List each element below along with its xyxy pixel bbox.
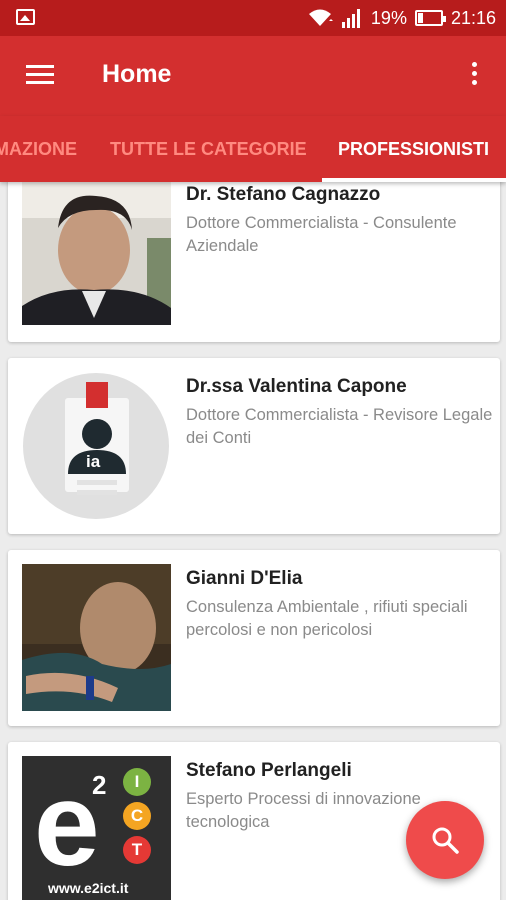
more-vert-icon[interactable] — [472, 62, 478, 88]
logo-url: www.e2ict.it — [48, 880, 129, 896]
professionals-list: Dr. Stefano Cagnazzo Dottore Commerciali… — [0, 182, 506, 900]
professional-name: Dr.ssa Valentina Capone — [186, 376, 407, 397]
professional-name: Stefano Perlangeli — [186, 760, 352, 781]
app-bar: Home — [0, 36, 506, 116]
logo-letter-t: T — [123, 836, 151, 864]
profile-photo — [22, 182, 171, 325]
professional-card[interactable]: Dr. Stefano Cagnazzo Dottore Commerciali… — [8, 182, 500, 342]
search-button[interactable] — [406, 801, 484, 879]
professional-card[interactable]: Gianni D'Elia Consulenza Ambientale , ri… — [8, 550, 500, 726]
professional-name: Dr. Stefano Cagnazzo — [186, 184, 381, 205]
professional-card[interactable]: ia Dr.ssa Valentina Capone Dottore Comme… — [8, 358, 500, 534]
profile-photo — [22, 564, 171, 711]
placeholder-avatar: ia — [22, 372, 171, 519]
e2ict-logo: e 2 I C T www.e2ict.it — [22, 756, 171, 900]
placeholder-badge-text: ia — [86, 452, 101, 471]
tab-bar: MAZIONE TUTTE LE CATEGORIE PROFESSIONIST… — [0, 116, 506, 182]
page-title: Home — [102, 60, 172, 88]
status-bar: 19% 21:16 — [0, 0, 506, 36]
search-icon — [432, 827, 459, 854]
battery-icon — [414, 10, 446, 26]
wifi-icon — [308, 9, 333, 26]
professional-description: Dottore Commercialista - Revisore Legale… — [186, 406, 493, 447]
professional-description: Dottore Commercialista - Consulente Azie… — [186, 214, 457, 255]
tab-tutte-le-categorie[interactable]: TUTTE LE CATEGORIE — [110, 116, 307, 182]
logo-letter-e: e — [34, 759, 100, 891]
menu-icon[interactable] — [26, 65, 54, 85]
professional-description: Consulenza Ambientale , rifiuti speciali… — [186, 598, 468, 639]
logo-letter-c: C — [123, 802, 151, 830]
signal-icon — [341, 9, 360, 28]
tab-formazione[interactable]: MAZIONE — [0, 116, 77, 182]
battery-percentage: 19% — [370, 7, 407, 28]
tab-indicator — [322, 178, 506, 182]
gallery-icon — [16, 9, 35, 25]
logo-letter-i: I — [123, 768, 151, 796]
professional-name: Gianni D'Elia — [186, 568, 303, 589]
logo-number-2: 2 — [92, 770, 107, 800]
tab-professionisti[interactable]: PROFESSIONISTI — [338, 116, 489, 182]
clock: 21:16 — [450, 7, 496, 28]
